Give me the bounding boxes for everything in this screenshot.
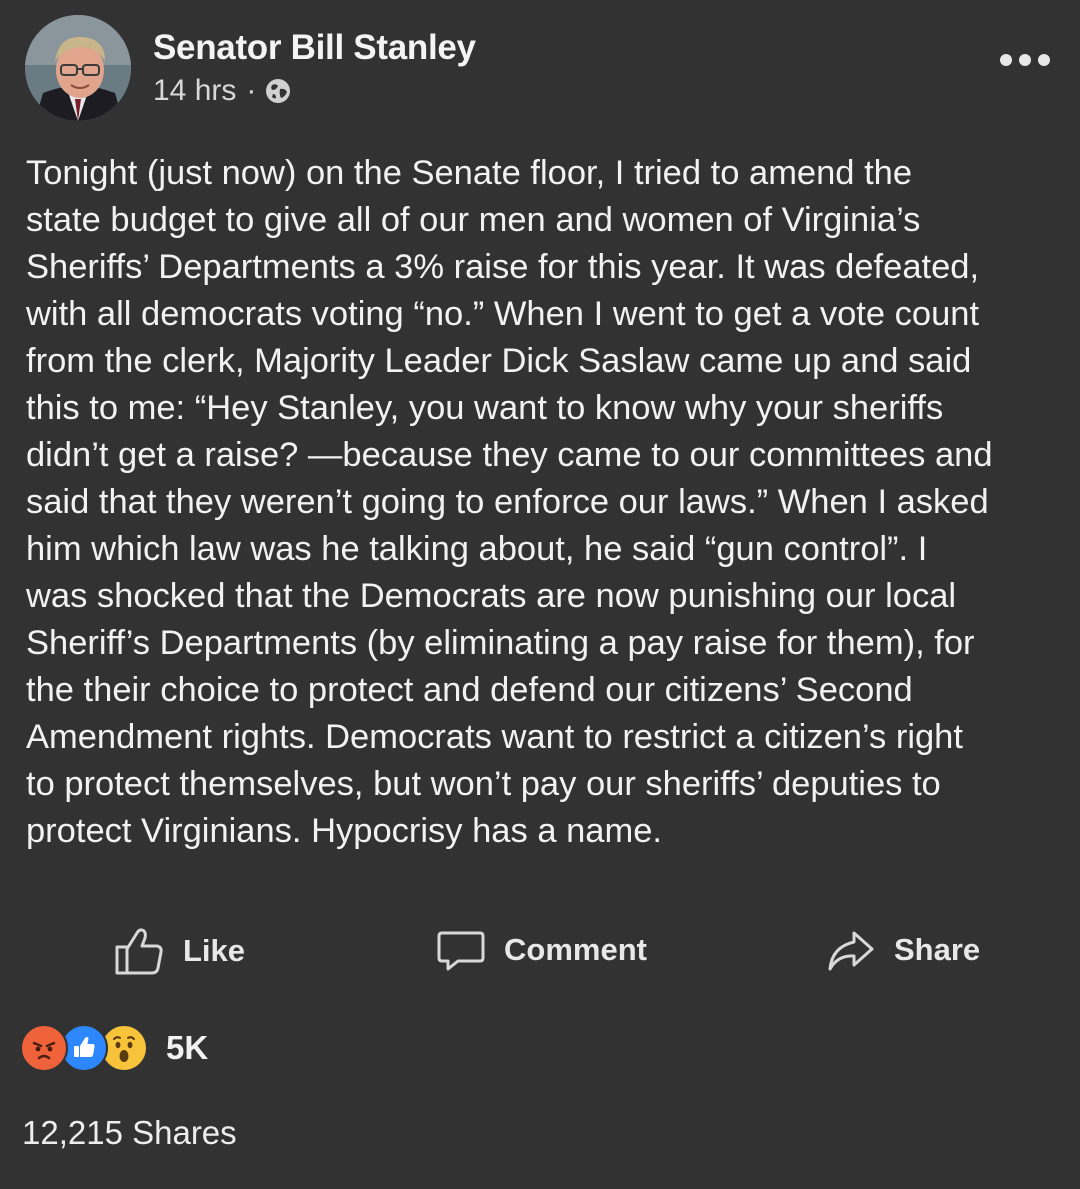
facebook-post: Senator Bill Stanley 14 hrs · Tonight (j… [0, 0, 1080, 1189]
post-body-text: Tonight (just now) on the Senate floor, … [26, 150, 1056, 855]
post-text-line: didn’t get a raise? —because they came t… [26, 436, 993, 474]
share-arrow-icon [828, 931, 874, 971]
post-text-line: Tonight (just now) on the Senate floor, … [26, 154, 913, 192]
post-text-line: Amendment rights. Democrats want to rest… [26, 718, 963, 756]
post-text-line: from the clerk, Majority Leader Dick Sas… [26, 342, 972, 380]
post-text-line: was shocked that the Democrats are now p… [26, 577, 957, 615]
angry-reaction-icon [20, 1024, 68, 1072]
more-options-icon[interactable] [1000, 50, 1050, 70]
post-text-line: to protect themselves, but won’t pay our… [26, 765, 941, 803]
shares-count[interactable]: 12,215 Shares [22, 1114, 237, 1152]
post-actions-bar: Like Comment Share [0, 925, 1080, 985]
reactions-summary[interactable]: 5K [20, 1024, 208, 1072]
post-text-line: Sheriff’s Departments (by eliminating a … [26, 624, 975, 662]
author-avatar[interactable] [25, 15, 131, 121]
thumbs-up-icon [115, 928, 163, 975]
post-text-line: him which law was he talking about, he s… [26, 530, 928, 568]
post-text-line: Sheriffs’ Departments a 3% raise for thi… [26, 248, 980, 286]
like-label: Like [183, 933, 246, 968]
comment-label: Comment [504, 932, 647, 967]
post-timestamp[interactable]: 14 hrs [153, 74, 236, 108]
post-text-line: the their choice to protect and defend o… [26, 671, 913, 709]
share-button[interactable]: Share [826, 925, 980, 975]
comment-button[interactable]: Comment [436, 925, 647, 975]
author-name[interactable]: Senator Bill Stanley [153, 28, 476, 68]
globe-icon [264, 77, 292, 105]
like-button[interactable]: Like [113, 925, 245, 977]
share-label: Share [894, 932, 981, 967]
meta-separator: · [246, 74, 257, 107]
reaction-count[interactable]: 5K [166, 1029, 208, 1067]
post-meta: 14 hrs · [153, 74, 292, 108]
post-text-line: said that they weren’t going to enforce … [26, 483, 989, 521]
post-text-line: this to me: “Hey Stanley, you want to kn… [26, 389, 944, 427]
post-text-line: with all democrats voting “no.” When I w… [26, 295, 980, 333]
comment-icon [437, 931, 485, 971]
post-text-line: state budget to give all of our men and … [26, 201, 921, 239]
post-text-line: protect Virginians. Hypocrisy has a name… [26, 812, 662, 850]
